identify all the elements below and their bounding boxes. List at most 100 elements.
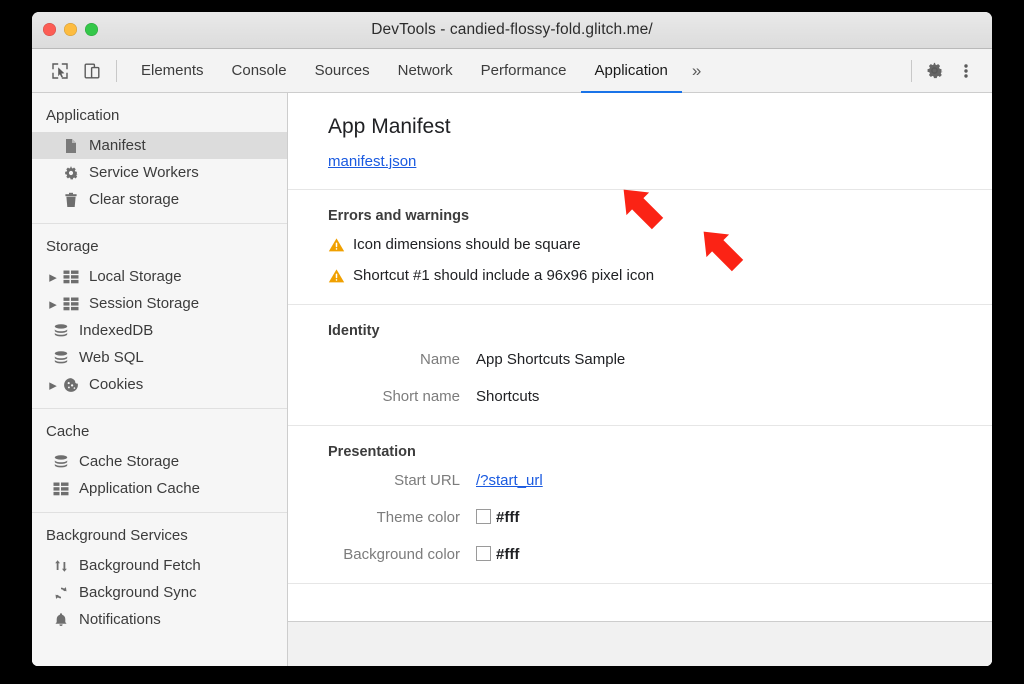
field-value: App Shortcuts Sample [476,351,625,368]
traffic-lights [43,23,98,36]
field-row-short-name: Short name Shortcuts [328,388,992,405]
panel-footer-strip [288,621,992,666]
sidebar-item-background-sync[interactable]: Background Sync [32,579,287,606]
sidebar-item-session-storage[interactable]: ▸ Session Storage [32,290,287,317]
tab-label: Performance [481,62,567,79]
field-row-name: Name App Shortcuts Sample [328,351,992,368]
close-window-button[interactable] [43,23,56,36]
color-swatch[interactable] [476,546,491,561]
up-down-arrows-icon [50,558,72,574]
sidebar-item-manifest[interactable]: ▸ Manifest [32,132,287,159]
sidebar-item-label: Application Cache [79,480,200,497]
toolbar-divider-right [911,60,912,82]
tab-elements[interactable]: Elements [127,49,218,93]
sidebar-item-service-workers[interactable]: ▸ Service Workers [32,159,287,186]
tab-application[interactable]: Application [581,49,682,93]
toolbar-right-group [907,55,992,87]
sidebar-item-clear-storage[interactable]: ▸ Clear storage [32,186,287,213]
tab-label: Network [398,62,453,79]
minimize-window-button[interactable] [64,23,77,36]
bell-icon [50,612,72,628]
application-sidebar[interactable]: Application ▸ Manifest ▸ [32,93,288,666]
sidebar-item-background-fetch[interactable]: Background Fetch [32,552,287,579]
sidebar-section-application: Application ▸ Manifest ▸ [32,93,287,223]
tab-label: Sources [315,62,370,79]
devtools-body: Application ▸ Manifest ▸ [32,93,992,666]
window-title: DevTools - candied-flossy-fold.glitch.me… [32,21,992,39]
presentation-section-heading: Presentation [328,444,992,460]
table-icon [60,270,82,284]
devtools-toolbar: Elements Console Sources Network Perform… [32,49,992,93]
background-color-value: #fff [476,546,519,563]
twisty-icon[interactable]: ▸ [46,268,60,286]
warning-row: Shortcut #1 should include a 96x96 pixel… [328,267,992,284]
warning-triangle-icon [328,267,345,284]
panel-tabs: Elements Console Sources Network Perform… [127,49,711,93]
sync-icon [50,585,72,601]
page-title: App Manifest [328,115,992,139]
database-icon [50,454,72,470]
inspect-element-icon[interactable] [44,55,76,87]
table-icon [60,297,82,311]
tab-console[interactable]: Console [218,49,301,93]
field-label: Name [328,351,476,368]
database-icon [50,323,72,339]
start-url-link[interactable]: /?start_url [476,472,543,489]
sidebar-item-label: Background Sync [79,584,197,601]
more-tabs-label: » [692,61,701,81]
sidebar-item-label: Clear storage [89,191,179,208]
tab-sources[interactable]: Sources [301,49,384,93]
sidebar-item-label: IndexedDB [79,322,153,339]
sidebar-item-cache-storage[interactable]: Cache Storage [32,448,287,475]
warning-triangle-icon [328,236,345,253]
field-label: Theme color [328,509,476,526]
tab-label: Console [232,62,287,79]
sidebar-item-application-cache[interactable]: Application Cache [32,475,287,502]
sidebar-item-label: Manifest [89,137,146,154]
device-toolbar-icon[interactable] [76,55,108,87]
sidebar-item-indexeddb[interactable]: IndexedDB [32,317,287,344]
sidebar-item-label: Cookies [89,376,143,393]
warning-row: Icon dimensions should be square [328,236,992,253]
color-hex: #fff [496,509,519,526]
theme-color-value: #fff [476,509,519,526]
settings-gear-icon[interactable] [918,55,950,87]
sidebar-item-notifications[interactable]: Notifications [32,606,287,633]
color-swatch[interactable] [476,509,491,524]
window-titlebar: DevTools - candied-flossy-fold.glitch.me… [32,12,992,49]
sidebar-section-title: Storage [32,234,287,263]
twisty-icon[interactable]: ▸ [46,295,60,313]
more-options-icon[interactable] [950,55,982,87]
warning-text: Shortcut #1 should include a 96x96 pixel… [353,267,654,284]
field-row-start-url: Start URL /?start_url [328,472,992,489]
gear-icon [60,165,82,181]
sidebar-item-label: Notifications [79,611,161,628]
sidebar-item-label: Web SQL [79,349,144,366]
identity-section: Identity Name App Shortcuts Sample Short… [288,305,992,426]
field-label: Short name [328,388,476,405]
manifest-json-link[interactable]: manifest.json [328,153,416,170]
sidebar-item-label: Cache Storage [79,453,179,470]
more-tabs-icon[interactable]: » [682,49,711,93]
twisty-icon[interactable]: ▸ [46,376,60,394]
sidebar-item-cookies[interactable]: ▸ Cookies [32,371,287,398]
field-row-background-color: Background color #fff [328,546,992,563]
zoom-window-button[interactable] [85,23,98,36]
sidebar-section-cache: Cache Cache Storage [32,408,287,512]
sidebar-section-title: Cache [32,419,287,448]
sidebar-section-title: Background Services [32,523,287,552]
sidebar-item-label: Local Storage [89,268,182,285]
database-icon [50,350,72,366]
field-label: Background color [328,546,476,563]
devtools-window: DevTools - candied-flossy-fold.glitch.me… [32,12,992,666]
trash-icon [60,192,82,208]
tab-network[interactable]: Network [384,49,467,93]
sidebar-item-local-storage[interactable]: ▸ Local Storage [32,263,287,290]
table-icon [50,482,72,496]
tab-label: Elements [141,62,204,79]
sidebar-section-storage: Storage ▸ [32,223,287,408]
tab-performance[interactable]: Performance [467,49,581,93]
sidebar-item-label: Background Fetch [79,557,201,574]
field-value: Shortcuts [476,388,539,405]
sidebar-item-web-sql[interactable]: Web SQL [32,344,287,371]
